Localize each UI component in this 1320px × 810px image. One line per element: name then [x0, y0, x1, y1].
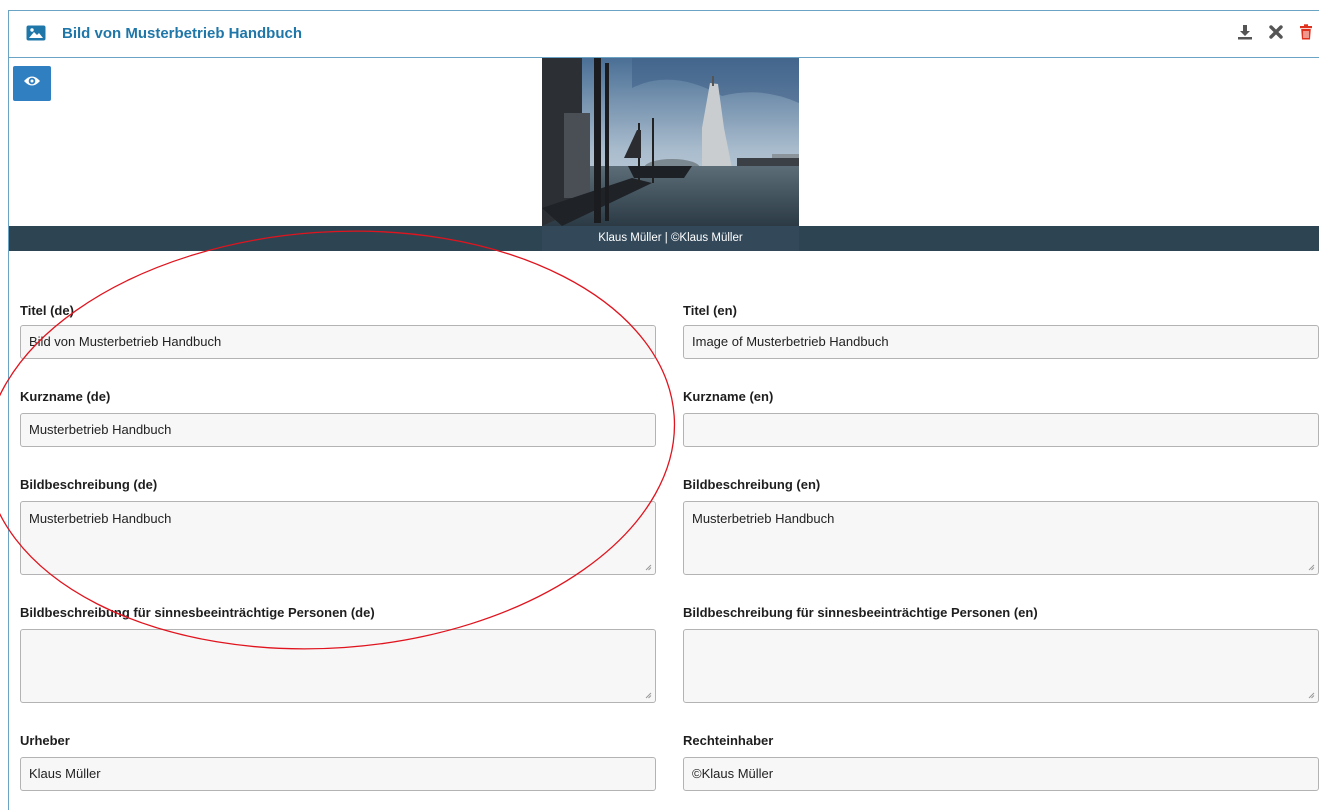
urheber-label: Urheber — [20, 733, 70, 748]
resize-handle-icon[interactable] — [645, 692, 652, 699]
image-caption-bar: Klaus Müller | ©Klaus Müller — [9, 226, 1319, 251]
image-icon — [26, 25, 46, 46]
urheber-input[interactable]: Klaus Müller — [20, 757, 656, 791]
barrierefrei-de-textarea[interactable] — [20, 629, 656, 703]
image-caption: Klaus Müller | ©Klaus Müller — [542, 226, 799, 251]
kurzname-en-label: Kurzname (en) — [683, 389, 774, 404]
close-icon[interactable] — [1268, 24, 1284, 40]
image-preview — [542, 58, 799, 226]
beschreibung-en-text: Musterbetrieb Handbuch — [692, 511, 835, 526]
resize-handle-icon[interactable] — [645, 564, 652, 571]
kurzname-en-input[interactable] — [683, 413, 1319, 447]
barrierefrei-en-textarea[interactable] — [683, 629, 1319, 703]
beschreibung-de-text: Musterbetrieb Handbuch — [29, 511, 172, 526]
titel-de-label: Titel (de) — [20, 303, 74, 318]
kurzname-de-input[interactable]: Musterbetrieb Handbuch — [20, 413, 656, 447]
resize-handle-icon[interactable] — [1308, 564, 1315, 571]
panel-title: Bild von Musterbetrieb Handbuch — [62, 25, 303, 42]
beschreibung-de-label: Bildbeschreibung (de) — [20, 477, 158, 492]
barrierefrei-de-label: Bildbeschreibung für sinnesbeeinträchtig… — [20, 605, 375, 620]
rechteinhaber-label: Rechteinhaber — [683, 733, 774, 748]
preview-eye-button[interactable] — [13, 66, 51, 101]
beschreibung-de-textarea[interactable]: Musterbetrieb Handbuch — [20, 501, 656, 575]
beschreibung-en-textarea[interactable]: Musterbetrieb Handbuch — [683, 501, 1319, 575]
header-actions — [1237, 24, 1313, 40]
beschreibung-en-label: Bildbeschreibung (en) — [683, 477, 821, 492]
rechteinhaber-input[interactable]: ©Klaus Müller — [683, 757, 1319, 791]
titel-en-label: Titel (en) — [683, 303, 737, 318]
trash-icon[interactable] — [1299, 24, 1313, 40]
barrierefrei-en-label: Bildbeschreibung für sinnesbeeinträchtig… — [683, 605, 1038, 620]
titel-en-input[interactable]: Image of Musterbetrieb Handbuch — [683, 325, 1319, 359]
panel-header: Bild von Musterbetrieb Handbuch — [9, 11, 1319, 58]
resize-handle-icon[interactable] — [1308, 692, 1315, 699]
kurzname-de-label: Kurzname (de) — [20, 389, 111, 404]
eye-icon — [23, 74, 41, 93]
titel-de-input[interactable]: Bild von Musterbetrieb Handbuch — [20, 325, 656, 359]
download-icon[interactable] — [1237, 24, 1253, 40]
